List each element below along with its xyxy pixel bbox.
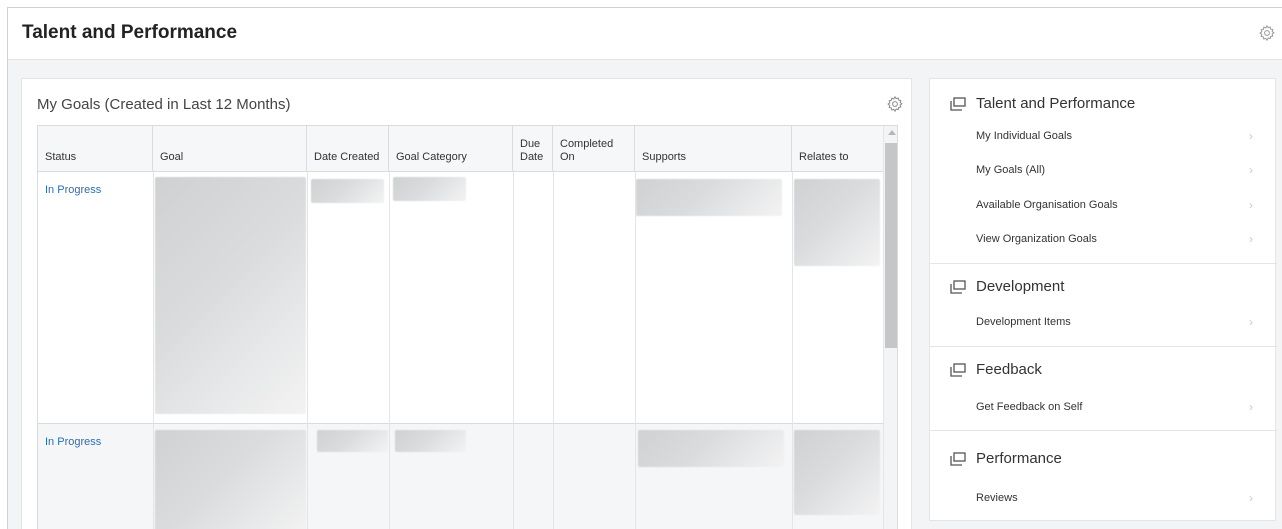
column-header-supports[interactable]: Supports bbox=[635, 126, 792, 172]
redacted-supports bbox=[638, 430, 784, 467]
nav-item-available-organisation-goals[interactable]: Available Organisation Goals › bbox=[930, 188, 1277, 222]
talent-navigation-card: Talent and Performance My Individual Goa… bbox=[929, 78, 1277, 521]
status-link[interactable]: In Progress bbox=[45, 184, 101, 196]
window-stack-icon bbox=[950, 451, 966, 466]
window-stack-icon bbox=[950, 279, 966, 294]
table-header: Status Goal Date Created Goal Category D… bbox=[38, 126, 883, 172]
page-header: Talent and Performance bbox=[8, 8, 1282, 60]
redacted-date-created bbox=[317, 430, 388, 452]
column-header-status[interactable]: Status bbox=[38, 126, 153, 172]
nav-item-label: View Organization Goals bbox=[976, 233, 1097, 245]
table-scrollbar[interactable] bbox=[883, 126, 897, 529]
gear-icon[interactable] bbox=[886, 95, 904, 113]
nav-section-performance: Performance Reviews › bbox=[930, 431, 1277, 520]
page-title: Talent and Performance bbox=[22, 22, 238, 43]
app-frame: Talent and Performance My Goals (Created… bbox=[7, 7, 1282, 529]
redacted-supports bbox=[636, 179, 782, 216]
chevron-right-icon: › bbox=[1249, 232, 1253, 246]
nav-section-feedback: Feedback Get Feedback on Self › bbox=[930, 347, 1277, 431]
nav-section-title: Development bbox=[976, 278, 1065, 295]
redacted-goal-category bbox=[393, 177, 466, 201]
goals-table: Status Goal Date Created Goal Category D… bbox=[37, 125, 898, 529]
column-header-due-date[interactable]: Due Date bbox=[513, 126, 553, 172]
column-header-completed-on[interactable]: Completed On bbox=[553, 126, 635, 172]
nav-section-title: Feedback bbox=[976, 361, 1042, 378]
nav-section-title: Performance bbox=[976, 450, 1062, 467]
column-divider bbox=[307, 172, 308, 529]
window-stack-icon bbox=[950, 96, 966, 111]
column-divider bbox=[389, 172, 390, 529]
column-divider bbox=[792, 172, 793, 529]
chevron-right-icon: › bbox=[1249, 163, 1253, 177]
chevron-right-icon: › bbox=[1249, 315, 1253, 329]
my-goals-card: My Goals (Created in Last 12 Months) Sta… bbox=[21, 78, 912, 529]
nav-section-heading: Performance bbox=[950, 450, 1062, 467]
gear-icon[interactable] bbox=[1258, 24, 1276, 42]
redacted-relates-to bbox=[794, 179, 880, 266]
nav-item-label: Development Items bbox=[976, 316, 1071, 328]
nav-item-reviews[interactable]: Reviews › bbox=[930, 481, 1277, 515]
nav-item-label: My Individual Goals bbox=[976, 130, 1072, 142]
redacted-relates-to bbox=[794, 430, 880, 515]
redacted-date-created bbox=[311, 179, 384, 203]
due-date-label: Due Date bbox=[520, 138, 544, 163]
nav-section-heading: Feedback bbox=[950, 361, 1042, 378]
nav-section-talent-and-performance: Talent and Performance My Individual Goa… bbox=[930, 79, 1277, 264]
nav-item-label: Get Feedback on Self bbox=[976, 401, 1083, 413]
column-header-relates-to[interactable]: Relates to bbox=[792, 126, 883, 172]
column-header-goal-category[interactable]: Goal Category bbox=[389, 126, 513, 172]
nav-item-label: Reviews bbox=[976, 492, 1018, 504]
column-divider bbox=[635, 172, 636, 529]
chevron-right-icon: › bbox=[1249, 198, 1253, 212]
nav-section-heading: Development bbox=[950, 278, 1064, 295]
nav-item-label: Available Organisation Goals bbox=[976, 199, 1118, 211]
chevron-right-icon: › bbox=[1249, 400, 1253, 414]
scroll-up-arrow-icon[interactable] bbox=[888, 130, 896, 135]
redacted-goal bbox=[155, 430, 306, 529]
status-link[interactable]: In Progress bbox=[45, 436, 101, 448]
scroll-thumb[interactable] bbox=[885, 143, 897, 348]
nav-item-get-feedback-on-self[interactable]: Get Feedback on Self › bbox=[930, 390, 1277, 424]
nav-section-heading: Talent and Performance bbox=[950, 95, 1135, 112]
chevron-right-icon: › bbox=[1249, 129, 1253, 143]
column-header-goal[interactable]: Goal bbox=[153, 126, 307, 172]
column-divider bbox=[513, 172, 514, 529]
nav-item-my-goals-all[interactable]: My Goals (All) › bbox=[930, 153, 1277, 187]
nav-item-my-individual-goals[interactable]: My Individual Goals › bbox=[930, 119, 1277, 153]
chevron-right-icon: › bbox=[1249, 491, 1253, 505]
table-row[interactable]: In Progress bbox=[38, 424, 883, 529]
column-header-date-created[interactable]: Date Created bbox=[307, 126, 389, 172]
column-divider bbox=[553, 172, 554, 529]
nav-item-development-items[interactable]: Development Items › bbox=[930, 305, 1277, 339]
window-stack-icon bbox=[950, 362, 966, 377]
table-row[interactable]: In Progress bbox=[38, 173, 883, 424]
column-divider bbox=[153, 172, 154, 529]
nav-section-development: Development Development Items › bbox=[930, 264, 1277, 347]
goals-card-title: My Goals (Created in Last 12 Months) bbox=[37, 96, 291, 113]
nav-item-view-organization-goals[interactable]: View Organization Goals › bbox=[930, 222, 1277, 256]
redacted-goal bbox=[155, 177, 306, 414]
redacted-goal-category bbox=[395, 430, 466, 452]
nav-item-label: My Goals (All) bbox=[976, 164, 1046, 176]
nav-section-title: Talent and Performance bbox=[976, 95, 1136, 112]
